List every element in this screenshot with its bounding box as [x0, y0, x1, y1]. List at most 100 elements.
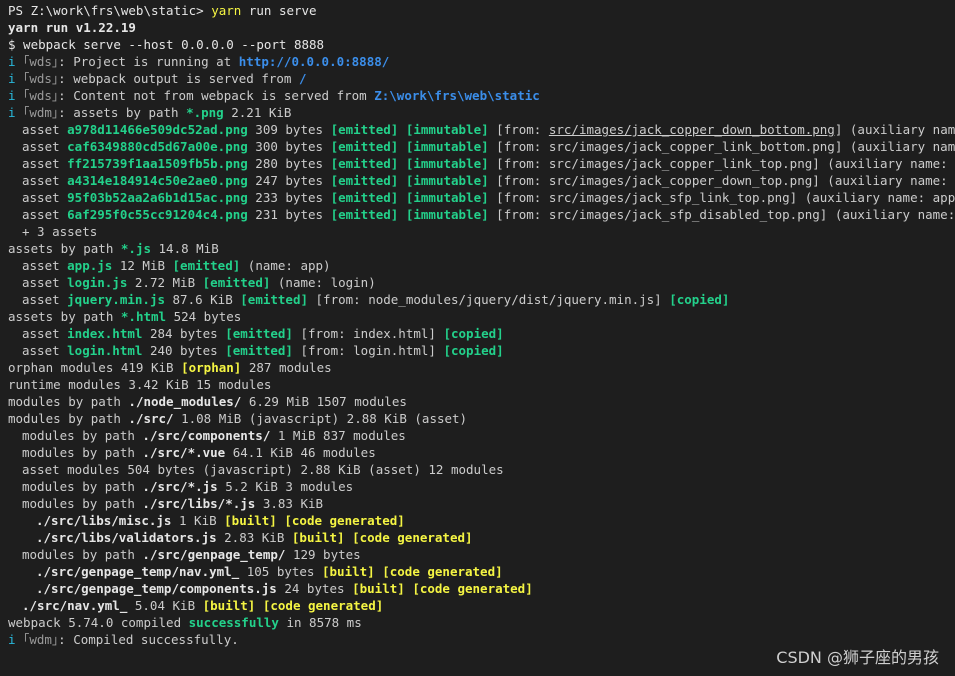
terminal-text-segment: asset [22, 292, 68, 307]
terminal-text-segment: : Compiled successfully. [58, 632, 239, 647]
terminal-text-segment: 524 bytes [166, 309, 242, 324]
terminal-text-segment: ff215739f1aa1509fb5b.png [67, 156, 248, 171]
terminal-text-segment: 5.04 KiB [127, 598, 203, 613]
terminal-text-segment: [built] [322, 564, 375, 579]
terminal-text-segment: [immutable] [405, 190, 489, 205]
terminal-text-segment: 14.8 MiB [151, 241, 219, 256]
terminal-text-segment: : webpack output is served from [58, 71, 299, 86]
terminal-line: assets by path *.js 14.8 MiB [8, 240, 955, 257]
terminal-text-segment: ./src/components/ [142, 428, 271, 443]
terminal-text-segment: index.html [67, 326, 143, 341]
terminal-line: modules by path ./src/components/ 1 MiB … [8, 427, 955, 444]
terminal-text-segment: 129 bytes [285, 547, 361, 562]
terminal-line: ./src/genpage_temp/components.js 24 byte… [8, 580, 955, 597]
terminal-text-segment: 2.83 KiB [216, 530, 292, 545]
terminal-text-segment: assets by path [8, 241, 121, 256]
terminal-text-segment: 6.29 MiB 1507 modules [241, 394, 407, 409]
terminal-text-segment: [code generated] [412, 581, 533, 596]
terminal-text-segment: ./src/genpage_temp/components.js [36, 581, 277, 596]
terminal-text-segment: *.png [186, 105, 224, 120]
terminal-text-segment: 231 bytes [247, 207, 331, 222]
terminal-text-segment: [emitted] [225, 343, 293, 358]
terminal-text-segment: ./src/libs/misc.js [36, 513, 172, 528]
terminal-text-segment: ./src/libs/*.js [142, 496, 256, 511]
terminal-text-segment: modules by path [22, 496, 143, 511]
terminal-line: modules by path ./src/*.vue 64.1 KiB 46 … [8, 444, 955, 461]
terminal-text-segment: 1.08 MiB (javascript) 2.88 KiB (asset) [173, 411, 468, 426]
terminal-text-segment: ./src/*.vue [142, 445, 226, 460]
terminal-text-segment: a4314e184914c50e2ae0.png [67, 173, 248, 188]
terminal-text-segment: : assets by path [58, 105, 187, 120]
terminal-text-segment: [emitted] [225, 326, 293, 341]
terminal-line: ./src/libs/validators.js 2.83 KiB [built… [8, 529, 955, 546]
terminal-text-segment: successfully [188, 615, 279, 630]
terminal-text-segment: [code generated] [382, 564, 503, 579]
terminal-text-segment: [emitted] [202, 275, 271, 290]
terminal-text-segment: (name: app) [240, 258, 331, 273]
terminal-text-segment: [from: src/images/jack_copper_link_top.p… [488, 156, 955, 171]
terminal-text-segment: [emitted] [330, 122, 399, 137]
terminal-text-segment: [copied] [669, 292, 730, 307]
terminal-text-segment: 2.21 KiB [223, 105, 292, 120]
terminal-text-segment: [orphan] [181, 360, 242, 375]
terminal-text-segment: [built] [202, 598, 256, 613]
terminal-line: asset index.html 284 bytes [emitted] [fr… [8, 325, 955, 342]
terminal-line: + 3 assets [8, 223, 955, 240]
terminal-text-segment: [built] [352, 581, 405, 596]
terminal-text-segment: [immutable] [405, 207, 489, 222]
terminal-text-segment: [emitted] [240, 292, 308, 307]
terminal-text-segment: [immutable] [405, 122, 489, 137]
terminal-line: assets by path *.html 524 bytes [8, 308, 955, 325]
terminal-line: modules by path ./src/ 1.08 MiB (javascr… [8, 410, 955, 427]
terminal-text-segment: i [8, 632, 24, 647]
terminal-text-segment: ｢wdm｣ [23, 632, 59, 647]
terminal-text-segment: 2.72 MiB [127, 275, 203, 290]
terminal-output[interactable]: PS Z:\work\frs\web\static> yarn run serv… [8, 2, 955, 665]
terminal-text-segment: 1 KiB [171, 513, 225, 528]
terminal-text-segment: i [8, 105, 24, 120]
terminal-text-segment: i [8, 54, 24, 69]
terminal-text-segment: run serve [241, 3, 317, 18]
terminal-text-segment: [from: login.html] [292, 343, 444, 358]
terminal-text-segment: $ webpack serve --host 0.0.0.0 --port 88… [8, 37, 325, 52]
terminal-text-segment: [from: [488, 122, 549, 137]
terminal-text-segment: [built] [291, 530, 345, 545]
terminal-text-segment: 64.1 KiB 46 modules [225, 445, 376, 460]
terminal-line: yarn run v1.22.19 [8, 19, 955, 36]
terminal-text-segment: *.js [120, 241, 151, 256]
terminal-line: webpack 5.74.0 compiled successfully in … [8, 614, 955, 631]
terminal-text-segment: [copied] [443, 326, 504, 341]
terminal-text-segment: [emitted] [330, 207, 399, 222]
terminal-text-segment: ./src/ [128, 411, 174, 426]
terminal-lines: PS Z:\work\frs\web\static> yarn run serv… [8, 2, 955, 648]
terminal-text-segment: asset [22, 275, 68, 290]
terminal-text-segment: [code generated] [352, 530, 473, 545]
terminal-text-segment: [immutable] [405, 139, 489, 154]
terminal-text-segment: ｢wds｣ [23, 88, 59, 103]
terminal-text-segment: asset [22, 156, 68, 171]
terminal-line: asset caf6349880cd5d67a00e.png 300 bytes… [8, 138, 955, 155]
terminal-text-segment: [immutable] [405, 156, 489, 171]
terminal-text-segment: asset [22, 190, 68, 205]
terminal-text-segment: caf6349880cd5d67a00e.png [67, 139, 248, 154]
terminal-text-segment: 247 bytes [247, 173, 331, 188]
terminal-text-segment: asset [22, 173, 68, 188]
terminal-text-segment: 87.6 KiB [165, 292, 241, 307]
terminal-text-segment: modules by path [8, 394, 129, 409]
terminal-text-segment: [emitted] [172, 258, 241, 273]
terminal-text-segment: 284 bytes [142, 326, 226, 341]
terminal-text-segment: asset [22, 122, 68, 137]
terminal-text-segment: [emitted] [330, 139, 399, 154]
terminal-text-segment: i [8, 71, 24, 86]
terminal-text-segment: modules by path [22, 479, 143, 494]
terminal-text-segment: / [298, 71, 307, 86]
terminal-text-segment: asset [22, 207, 68, 222]
terminal-text-segment: ./node_modules/ [128, 394, 242, 409]
watermark: CSDN @狮子座的男孩 [776, 648, 939, 667]
terminal-line: asset a978d11466e509dc52ad.png 309 bytes… [8, 121, 955, 138]
terminal-text-segment: asset modules 504 bytes (javascript) 2.8… [22, 462, 504, 477]
